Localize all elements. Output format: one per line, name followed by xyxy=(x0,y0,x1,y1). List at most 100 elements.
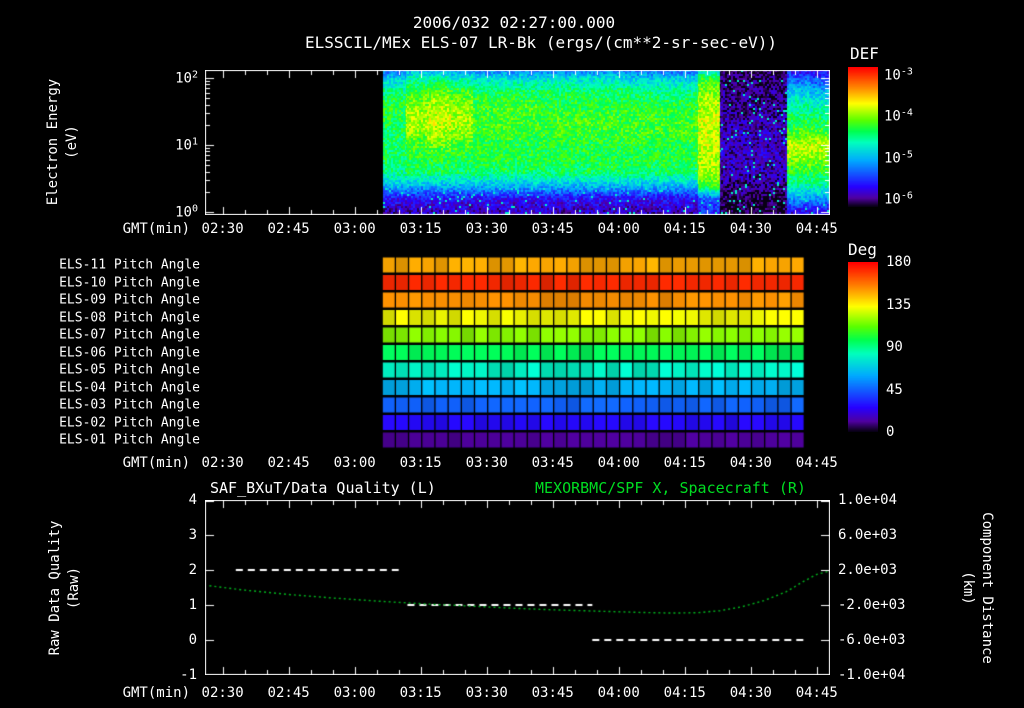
def-tick-label: 10-5 xyxy=(884,149,913,166)
def-colorbar-gradient xyxy=(848,67,878,207)
power-exponent: -4 xyxy=(900,107,913,119)
pitch-row-label: ELS-07 Pitch Angle xyxy=(59,327,200,343)
deg-colorbar-gradient xyxy=(848,262,878,432)
gmt-label-bottom: GMT(min) xyxy=(122,685,190,701)
bottom-x-tick-label: 03:45 xyxy=(531,685,574,701)
plot-page: 2006/032 02:27:00.000 ELSSCIL/MEx ELS-07… xyxy=(0,0,1024,708)
gmt-label-pitch: GMT(min) xyxy=(122,455,190,471)
quality-tick-label: 2 xyxy=(188,562,197,578)
quality-tick-label: -1 xyxy=(180,667,197,683)
distance-tick-label: 6.0e+03 xyxy=(838,527,898,543)
pitch-row-label: ELS-03 Pitch Angle xyxy=(59,397,200,413)
pitch-x-tick-label: 04:45 xyxy=(795,455,838,471)
pitch-x-tick-label: 04:30 xyxy=(729,455,772,471)
def-tick-label: 10-6 xyxy=(884,190,913,207)
power-exponent: -3 xyxy=(900,66,913,78)
pitch-row-label: ELS-04 Pitch Angle xyxy=(59,380,200,395)
pitch-x-tick-label: 02:30 xyxy=(201,455,244,471)
header-datetime: 2006/032 02:27:00.000 xyxy=(412,13,616,32)
bottom-x-tick-label: 04:30 xyxy=(729,685,772,701)
pitch-row-label: ELS-05 Pitch Angle xyxy=(59,362,200,378)
distance-tick-label: 1.0e+04 xyxy=(838,492,898,508)
deg-tick-label: 180 xyxy=(886,254,912,270)
power-base: 10 xyxy=(884,191,901,208)
power-exponent: 2 xyxy=(191,69,198,81)
spectrogram-x-tick-label: 03:15 xyxy=(399,221,442,237)
pitch-x-tick-label: 03:00 xyxy=(333,455,376,471)
spectrogram-x-tick-label: 02:45 xyxy=(267,221,310,237)
spectrogram-x-tick-label: 03:45 xyxy=(531,221,574,237)
header-title: ELSSCIL/MEx ELS-07 LR-Bk (ergs/(cm**2-sr… xyxy=(304,33,778,52)
distance-tick-label: 2.0e+03 xyxy=(838,562,898,578)
def-tick-label: 10-3 xyxy=(884,67,913,84)
bottom-panel-title-left: SAF_BXuT/Data Quality (L) xyxy=(210,479,436,497)
pitch-row-label: ELS-08 Pitch Angle xyxy=(59,310,200,325)
energy-tick-label: 100 xyxy=(152,204,198,221)
pitch-x-tick-label: 04:15 xyxy=(663,455,706,471)
power-exponent: 0 xyxy=(191,203,198,215)
ylabel-line: (eV) xyxy=(64,125,80,159)
gmt-label-spectrogram: GMT(min) xyxy=(122,221,190,237)
power-base: 10 xyxy=(175,137,192,154)
bottom-x-tick-label: 02:30 xyxy=(201,685,244,701)
ylabel-line: Component Distance xyxy=(979,512,995,664)
spectrogram-x-tick-label: 04:45 xyxy=(795,221,838,237)
def-tick-label: 10-4 xyxy=(884,108,913,125)
ylabel-line: Raw Data Quality xyxy=(47,520,63,656)
deg-colorbar-title: Deg xyxy=(848,240,877,259)
power-base: 10 xyxy=(884,67,901,84)
def-colorbar-title: DEF xyxy=(850,44,879,63)
ylabel-line: (km) xyxy=(960,571,976,605)
ylabel-line: (Raw) xyxy=(66,566,82,610)
bottom-x-tick-label: 03:00 xyxy=(333,685,376,701)
energy-tick-label: 102 xyxy=(152,70,198,87)
bottom-x-tick-label: 04:45 xyxy=(795,685,838,701)
quality-tick-label: 0 xyxy=(188,632,197,648)
spectrogram-x-tick-label: 04:00 xyxy=(597,221,640,237)
bottom-panel-title-right: MEXORBMC/SPF X, Spacecraft (R) xyxy=(535,479,806,497)
deg-tick-label: 90 xyxy=(886,339,903,355)
bottom-x-tick-label: 04:15 xyxy=(663,685,706,701)
pitch-row-label: ELS-10 Pitch Angle xyxy=(59,275,200,290)
spectrogram-x-tick-label: 04:15 xyxy=(663,221,706,237)
electron-spectrogram-canvas xyxy=(205,70,830,215)
pitch-x-tick-label: 03:15 xyxy=(399,455,442,471)
pitch-row-label: ELS-11 Pitch Angle xyxy=(59,257,200,273)
pitch-row-label: ELS-02 Pitch Angle xyxy=(59,415,200,430)
power-exponent: -6 xyxy=(900,190,913,202)
power-base: 10 xyxy=(175,70,192,87)
pitch-row-label: ELS-06 Pitch Angle xyxy=(59,345,200,360)
spectrogram-x-tick-label: 03:30 xyxy=(465,221,508,237)
spectrogram-x-tick-label: 03:00 xyxy=(333,221,376,237)
deg-tick-label: 45 xyxy=(886,381,903,398)
pitch-x-tick-label: 02:45 xyxy=(267,455,310,471)
pitch-x-tick-label: 03:30 xyxy=(465,455,508,471)
bottom-x-tick-label: 03:30 xyxy=(465,685,508,701)
distance-tick-label: -2.0e+03 xyxy=(838,597,906,613)
quality-tick-label: 4 xyxy=(188,492,197,508)
pitch-angle-canvas xyxy=(205,250,830,450)
quality-tick-label: 3 xyxy=(188,527,197,543)
power-exponent: -5 xyxy=(900,149,913,161)
pitch-row-label: ELS-09 Pitch Angle xyxy=(59,292,200,308)
energy-tick-label: 101 xyxy=(152,137,198,154)
power-base: 10 xyxy=(884,108,901,125)
spectrogram-x-tick-label: 04:30 xyxy=(729,221,772,237)
pitch-x-tick-label: 04:00 xyxy=(597,455,640,471)
quality-tick-label: 1 xyxy=(188,597,197,613)
power-base: 10 xyxy=(884,150,901,167)
pitch-row-label: ELS-01 Pitch Angle xyxy=(59,432,200,448)
deg-tick-label: 135 xyxy=(886,296,912,313)
bottom-x-tick-label: 02:45 xyxy=(267,685,310,701)
quality-distance-canvas xyxy=(205,500,830,675)
distance-tick-label: -6.0e+03 xyxy=(838,632,906,648)
bottom-x-tick-label: 04:00 xyxy=(597,685,640,701)
spectrogram-x-tick-label: 02:30 xyxy=(201,221,244,237)
distance-tick-label: -1.0e+04 xyxy=(838,667,906,683)
power-base: 10 xyxy=(175,204,192,221)
pitch-x-tick-label: 03:45 xyxy=(531,455,574,471)
deg-tick-label: 0 xyxy=(886,424,895,440)
power-exponent: 1 xyxy=(191,136,198,148)
ylabel-line: Electron Energy xyxy=(45,78,61,206)
bottom-x-tick-label: 03:15 xyxy=(399,685,442,701)
